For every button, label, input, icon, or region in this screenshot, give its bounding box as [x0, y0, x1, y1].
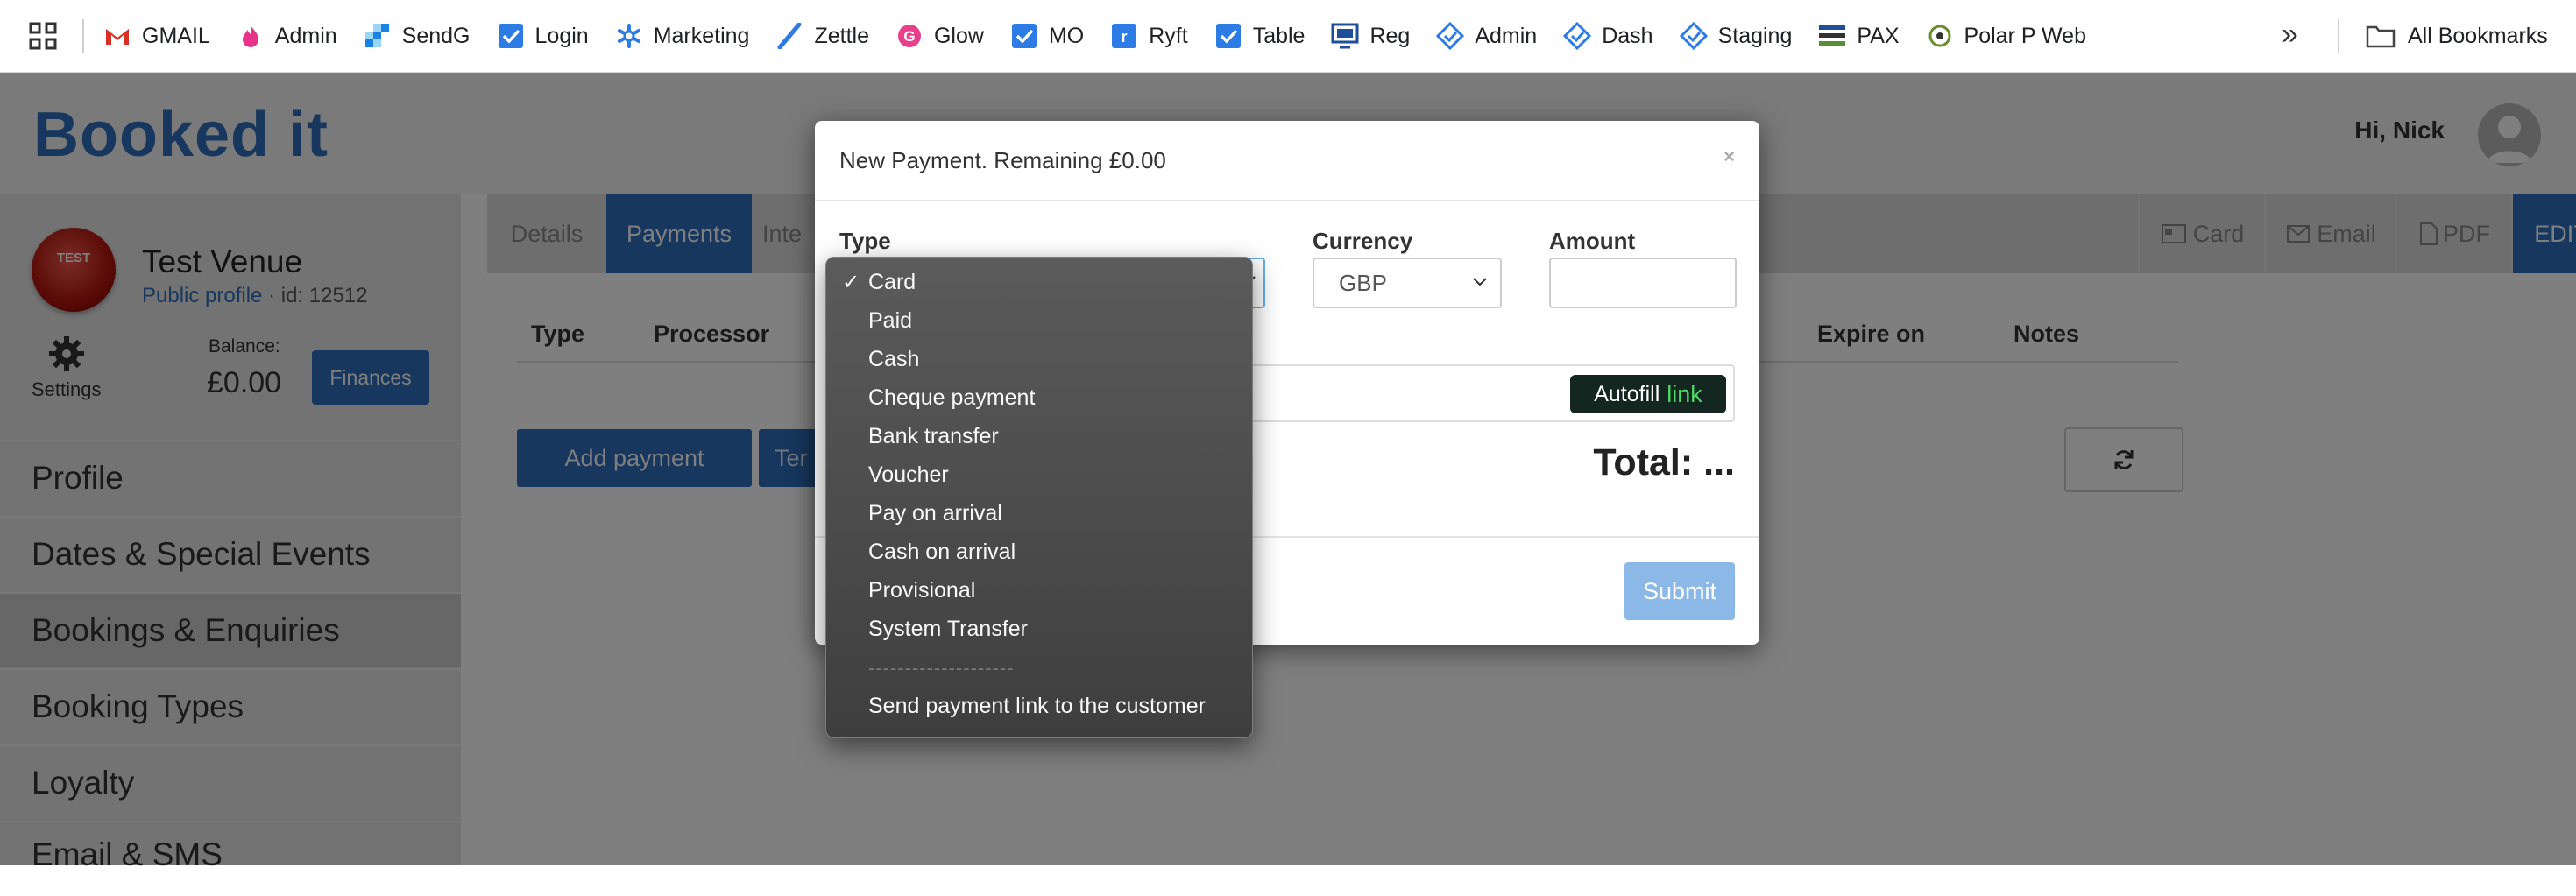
bookmarks-divider [2338, 19, 2339, 53]
bookmark-reg[interactable]: Reg [1331, 22, 1410, 50]
flame-icon [237, 22, 265, 50]
bookmark-label: Marketing [653, 23, 750, 48]
all-bookmarks-label: All Bookmarks [2408, 23, 2548, 48]
type-label: Type [839, 228, 891, 254]
checkbox-icon [1214, 22, 1242, 50]
amount-input[interactable] [1549, 258, 1737, 308]
checkbox-icon [497, 22, 525, 50]
bookmark-admin[interactable]: Admin [1436, 22, 1537, 50]
bookmark-list: GMAIL Admin SendG Login Marketing Zettle G Glow… [103, 0, 2112, 72]
autofill-link-label: link [1667, 380, 1702, 407]
bookmark-label: PAX [1857, 23, 1900, 48]
bookmark-label: Ryft [1149, 23, 1188, 48]
dropdown-option-cash[interactable]: Cash [868, 347, 919, 372]
currency-select[interactable]: GBP [1313, 258, 1502, 308]
amount-label: Amount [1549, 228, 1636, 254]
svg-text:r: r [1122, 28, 1128, 46]
bookmark-polar-p-web[interactable]: Polar P Web [1926, 22, 2086, 50]
bookmark-label: Dash [1602, 23, 1653, 48]
asterisk-icon [615, 22, 643, 50]
bookmark-zettle[interactable]: Zettle [775, 22, 869, 50]
apps-grid-icon[interactable] [28, 21, 58, 51]
diamond-check-icon [1436, 22, 1465, 50]
checkmark-icon: ✓ [842, 271, 860, 294]
dropdown-option-bank-transfer[interactable]: Bank transfer [868, 424, 999, 449]
sendgrid-icon [364, 22, 392, 50]
bookmark-dash[interactable]: Dash [1563, 22, 1653, 50]
dropdown-option-provisional[interactable]: Provisional [868, 578, 975, 603]
bookmark-pax[interactable]: PAX [1818, 22, 1900, 50]
bookmarks-divider [82, 19, 84, 53]
monitor-icon [1331, 22, 1359, 50]
dropdown-option-voucher[interactable]: Voucher [868, 462, 949, 488]
more-bookmarks-chevron-icon[interactable]: » [2282, 18, 2298, 52]
close-icon[interactable]: × [1723, 145, 1735, 168]
bookmark-login[interactable]: Login [497, 22, 589, 50]
modal-title: New Payment. Remaining £0.00 [839, 147, 1166, 173]
bookmark-label: Zettle [814, 23, 869, 48]
bookmark-glow[interactable]: G Glow [895, 22, 984, 50]
bookmark-label: Polar P Web [1964, 23, 2086, 48]
bookmark-label: Table [1252, 23, 1306, 48]
lines-icon [1818, 22, 1846, 50]
type-dropdown-list: ✓ Card Paid Cash Cheque payment Bank tra… [825, 257, 1253, 738]
bookmark-ryft[interactable]: r Ryft [1110, 22, 1188, 50]
dropdown-option-paid[interactable]: Paid [868, 308, 912, 334]
autofill-label: Autofill [1594, 381, 1660, 406]
bookmark-label: SendG [401, 23, 471, 48]
currency-value: GBP [1339, 269, 1387, 296]
checkbox-icon [1010, 22, 1038, 50]
currency-label: Currency [1313, 228, 1413, 254]
diamond-check-icon [1679, 22, 1708, 50]
bookmark-label: Reg [1369, 23, 1411, 48]
bookmarks-bar: GMAIL Admin SendG Login Marketing Zettle G Glow… [0, 0, 2576, 73]
dropdown-option-card[interactable]: Card [868, 270, 916, 295]
bookmark-staging[interactable]: Staging [1679, 22, 1793, 50]
bookmark-marketing[interactable]: Marketing [615, 22, 750, 50]
bookmark-sendg[interactable]: SendG [364, 22, 471, 50]
bookmark-label: Login [534, 23, 589, 48]
bookmark-label: Admin [274, 23, 337, 48]
dropdown-option-pay-on-arrival[interactable]: Pay on arrival [868, 501, 1002, 526]
folder-icon [2366, 24, 2396, 48]
bookmark-mo[interactable]: MO [1010, 22, 1084, 50]
bookmark-gmail[interactable]: GMAIL [103, 22, 210, 50]
all-bookmarks-button[interactable]: All Bookmarks [2366, 18, 2548, 54]
glow-icon: G [895, 22, 924, 50]
bookmark-label: GMAIL [142, 23, 210, 48]
bookmark-admin[interactable]: Admin [237, 22, 337, 50]
submit-button[interactable]: Submit [1624, 562, 1735, 620]
svg-text:G: G [903, 28, 915, 45]
polar-icon [1926, 22, 1954, 50]
diamond-check-icon [1563, 22, 1592, 50]
ryft-icon: r [1110, 22, 1138, 50]
slash-icon [775, 22, 803, 50]
bookmark-label: Glow [933, 23, 984, 48]
gmail-icon [103, 22, 131, 50]
dropdown-option-cheque[interactable]: Cheque payment [868, 385, 1035, 411]
bookmark-label: MO [1048, 23, 1085, 48]
dropdown-option-system-transfer[interactable]: System Transfer [868, 617, 1028, 642]
dropdown-option-cash-on-arrival[interactable]: Cash on arrival [868, 540, 1016, 565]
modal-header-divider [815, 200, 1759, 201]
bookmark-table[interactable]: Table [1214, 22, 1306, 50]
autofill-link-button[interactable]: Autofill link [1570, 375, 1726, 413]
dropdown-separator: -------------------- [868, 657, 1015, 679]
bookmark-label: Staging [1717, 23, 1793, 48]
bookmark-label: Admin [1475, 23, 1538, 48]
chevron-down-icon [1472, 275, 1488, 287]
dropdown-option-send-payment-link[interactable]: Send payment link to the customer [868, 694, 1206, 719]
total-label: Total: ... [1593, 441, 1735, 483]
